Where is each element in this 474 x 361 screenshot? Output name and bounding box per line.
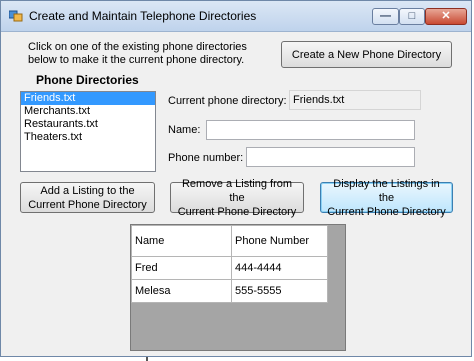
- remove-listing-button-line-2: Current Phone Directory: [177, 205, 297, 218]
- instructions-text: Click on one of the existing phone direc…: [28, 41, 248, 67]
- add-listing-button-line-2: Current Phone Directory: [28, 198, 147, 211]
- display-listings-button-line-1: Display the Listings in the: [333, 177, 440, 204]
- main-window: Create and Maintain Telephone Directorie…: [0, 0, 472, 357]
- instructions-line-1: Click on one of the existing phone direc…: [28, 41, 247, 53]
- grid-cell-name[interactable]: Fred: [131, 256, 232, 280]
- name-input[interactable]: [206, 120, 415, 140]
- grid-header-row: Name Phone Number: [131, 225, 328, 257]
- list-item[interactable]: Friends.txt: [21, 92, 155, 105]
- current-directory-value: Friends.txt: [289, 90, 421, 110]
- create-directory-button[interactable]: Create a New Phone Directory: [281, 41, 452, 68]
- title-bar[interactable]: Create and Maintain Telephone Directorie…: [1, 1, 471, 32]
- minimize-icon: —: [380, 10, 391, 22]
- phone-number-label: Phone number:: [168, 152, 244, 164]
- remove-listing-button[interactable]: Remove a Listing from the Current Phone …: [170, 178, 304, 218]
- maximize-button[interactable]: □: [399, 8, 425, 25]
- list-item[interactable]: Theaters.txt: [21, 131, 155, 144]
- desktop-edge-mark: [146, 357, 148, 361]
- table-row[interactable]: Fred 444-4444: [131, 256, 328, 280]
- window-title: Create and Maintain Telephone Directorie…: [29, 9, 257, 23]
- current-directory-label: Current phone directory:: [168, 95, 287, 107]
- list-item[interactable]: Merchants.txt: [21, 105, 155, 118]
- grid-header-name[interactable]: Name: [131, 225, 232, 257]
- create-directory-button-label: Create a New Phone Directory: [291, 48, 442, 61]
- phone-directories-heading: Phone Directories: [36, 73, 139, 87]
- table-row[interactable]: Melesa 555-5555: [131, 279, 328, 303]
- grid-cell-phone[interactable]: 444-4444: [231, 256, 328, 280]
- add-listing-button-line-1: Add a Listing to the: [40, 184, 135, 197]
- minimize-button[interactable]: —: [372, 8, 399, 25]
- grid-cell-name[interactable]: Melesa: [131, 279, 232, 303]
- phone-number-input[interactable]: [246, 147, 415, 167]
- app-icon: [9, 10, 23, 22]
- add-listing-button[interactable]: Add a Listing to the Current Phone Direc…: [20, 182, 155, 213]
- close-icon: ✕: [441, 10, 451, 22]
- directories-listbox[interactable]: Friends.txt Merchants.txt Restaurants.txt T…: [20, 91, 156, 172]
- list-item[interactable]: Restaurants.txt: [21, 118, 155, 131]
- name-label: Name:: [168, 124, 201, 136]
- display-listings-button[interactable]: Display the Listings in the Current Phon…: [320, 178, 453, 218]
- instructions-line-2: below to make it the current phone direc…: [28, 54, 245, 66]
- maximize-icon: □: [408, 10, 416, 22]
- grid-cell-phone[interactable]: 555-5555: [231, 279, 328, 303]
- remove-listing-button-line-1: Remove a Listing from the: [181, 177, 293, 204]
- listings-grid[interactable]: Name Phone Number Fred 444-4444 Melesa 5…: [130, 224, 346, 351]
- close-button[interactable]: ✕: [425, 8, 467, 25]
- display-listings-button-line-2: Current Phone Directory: [327, 205, 446, 218]
- grid-header-phone[interactable]: Phone Number: [231, 225, 328, 257]
